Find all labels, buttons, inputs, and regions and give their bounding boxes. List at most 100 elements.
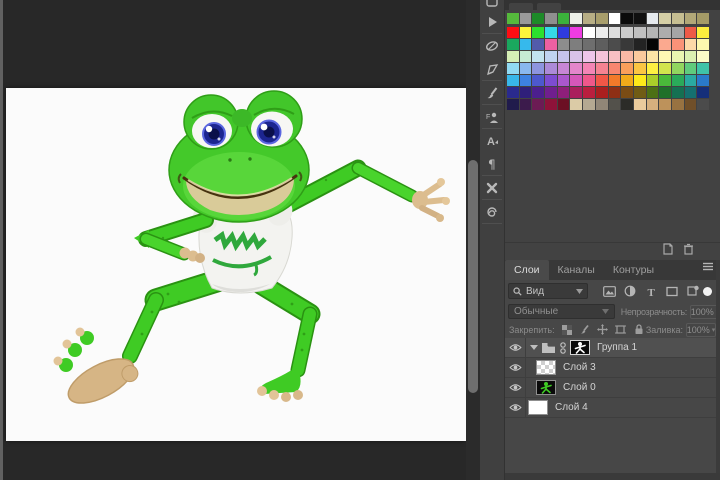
swatch-cell[interactable]: [532, 51, 545, 62]
swatch-cell[interactable]: [595, 75, 608, 86]
swatch-cell[interactable]: [684, 27, 697, 38]
swatch-cell[interactable]: [621, 51, 633, 62]
swatch-cell[interactable]: [583, 39, 595, 50]
swatch-cell[interactable]: [659, 51, 671, 62]
swatch-cell[interactable]: [633, 39, 646, 50]
actions-panel-icon[interactable]: [480, 10, 504, 33]
swatch-cell[interactable]: [507, 39, 519, 50]
brush-settings-panel-icon[interactable]: [480, 81, 504, 104]
swatch-cell[interactable]: [671, 75, 684, 86]
swatch-cell[interactable]: [570, 75, 583, 86]
filter-adjustment-layers-icon[interactable]: [623, 284, 637, 298]
swatch-cell[interactable]: [697, 99, 709, 110]
layer-row-group[interactable]: Группа 1: [505, 337, 716, 358]
swatch-cell[interactable]: [684, 87, 697, 98]
swatch-cell[interactable]: [557, 27, 570, 38]
panel-tab-stub[interactable]: [509, 3, 533, 10]
filter-pixel-layers-icon[interactable]: [602, 284, 616, 298]
lock-position-icon[interactable]: [597, 324, 609, 336]
swatch-cell[interactable]: [583, 13, 595, 24]
swatch-cell[interactable]: [621, 99, 633, 110]
swatch-cell[interactable]: [646, 75, 659, 86]
swatch-cell[interactable]: [519, 27, 532, 38]
swatch-cell[interactable]: [608, 13, 621, 24]
swatch-cell[interactable]: [507, 75, 519, 86]
swatch-cell[interactable]: [621, 39, 633, 50]
layer-name[interactable]: Группа 1: [597, 342, 637, 353]
swatch-cell[interactable]: [557, 51, 570, 62]
group-expand-chevron[interactable]: [530, 345, 538, 350]
swatch-cell[interactable]: [621, 75, 633, 86]
filter-type-layers-icon[interactable]: T: [644, 284, 658, 298]
swatch-cell[interactable]: [570, 87, 583, 98]
layer-row[interactable]: Слой 0: [505, 377, 716, 398]
character-panel-icon[interactable]: A: [480, 129, 504, 152]
swatch-cell[interactable]: [697, 13, 709, 24]
swatch-cell[interactable]: [646, 27, 659, 38]
swatch-cell[interactable]: [532, 99, 545, 110]
swatch-cell[interactable]: [557, 13, 570, 24]
swatch-cell[interactable]: [570, 13, 583, 24]
swatch-cell[interactable]: [507, 13, 519, 24]
swatch-cell[interactable]: [570, 27, 583, 38]
swatch-cell[interactable]: [519, 39, 532, 50]
swatch-cell[interactable]: [608, 27, 621, 38]
swatch-cell[interactable]: [659, 63, 671, 74]
swatch-cell[interactable]: [570, 39, 583, 50]
swatch-cell[interactable]: [684, 39, 697, 50]
tab-paths[interactable]: Контуры: [603, 260, 664, 280]
swatch-cell[interactable]: [532, 63, 545, 74]
swatch-cell[interactable]: [621, 27, 633, 38]
swatch-cell[interactable]: [545, 99, 557, 110]
swatch-cell[interactable]: [697, 87, 709, 98]
swatch-cell[interactable]: [595, 27, 608, 38]
swatch-cell[interactable]: [608, 39, 621, 50]
swatch-cell[interactable]: [545, 87, 557, 98]
swatch-cell[interactable]: [519, 63, 532, 74]
swatch-cell[interactable]: [570, 63, 583, 74]
panel-menu-icon[interactable]: [702, 258, 714, 276]
filter-smart-object-icon[interactable]: [686, 284, 700, 298]
new-swatch-icon[interactable]: [662, 242, 674, 260]
swatch-cell[interactable]: [633, 75, 646, 86]
swatch-cell[interactable]: [532, 75, 545, 86]
swatch-cell[interactable]: [646, 51, 659, 62]
panel-tab-stub[interactable]: [537, 3, 561, 10]
swatch-cell[interactable]: [583, 87, 595, 98]
swatch-cell[interactable]: [608, 87, 621, 98]
swatch-cell[interactable]: [545, 51, 557, 62]
swatch-cell[interactable]: [532, 39, 545, 50]
swatch-cell[interactable]: [595, 63, 608, 74]
swatch-cell[interactable]: [633, 27, 646, 38]
visibility-toggle[interactable]: [505, 397, 526, 418]
swatch-cell[interactable]: [671, 99, 684, 110]
layer-name[interactable]: Слой 0: [563, 382, 596, 393]
visibility-toggle[interactable]: [505, 337, 526, 358]
swatch-cell[interactable]: [684, 63, 697, 74]
swatch-cell[interactable]: [519, 75, 532, 86]
swatch-cell[interactable]: [684, 99, 697, 110]
lock-artboard-icon[interactable]: [615, 324, 627, 336]
swatch-cell[interactable]: [595, 87, 608, 98]
tab-channels[interactable]: Каналы: [548, 260, 604, 280]
swatch-cell[interactable]: [519, 87, 532, 98]
swatch-cell[interactable]: [595, 13, 608, 24]
swatch-cell[interactable]: [545, 13, 557, 24]
swatch-cell[interactable]: [608, 51, 621, 62]
swatch-cell[interactable]: [646, 13, 659, 24]
swatch-cell[interactable]: [697, 63, 709, 74]
visibility-toggle[interactable]: [505, 357, 526, 378]
swatch-cell[interactable]: [671, 39, 684, 50]
swatch-cell[interactable]: [583, 63, 595, 74]
swatch-cell[interactable]: [583, 75, 595, 86]
swatch-cell[interactable]: [608, 99, 621, 110]
swatch-cell[interactable]: [557, 39, 570, 50]
swatch-cell[interactable]: [633, 99, 646, 110]
visibility-toggle[interactable]: [505, 377, 526, 398]
swatch-cell[interactable]: [583, 27, 595, 38]
swatch-cell[interactable]: [646, 63, 659, 74]
layer-name[interactable]: Слой 3: [563, 362, 596, 373]
swatch-cell[interactable]: [545, 39, 557, 50]
swatch-cell[interactable]: [545, 75, 557, 86]
filter-shape-layers-icon[interactable]: [665, 284, 679, 298]
